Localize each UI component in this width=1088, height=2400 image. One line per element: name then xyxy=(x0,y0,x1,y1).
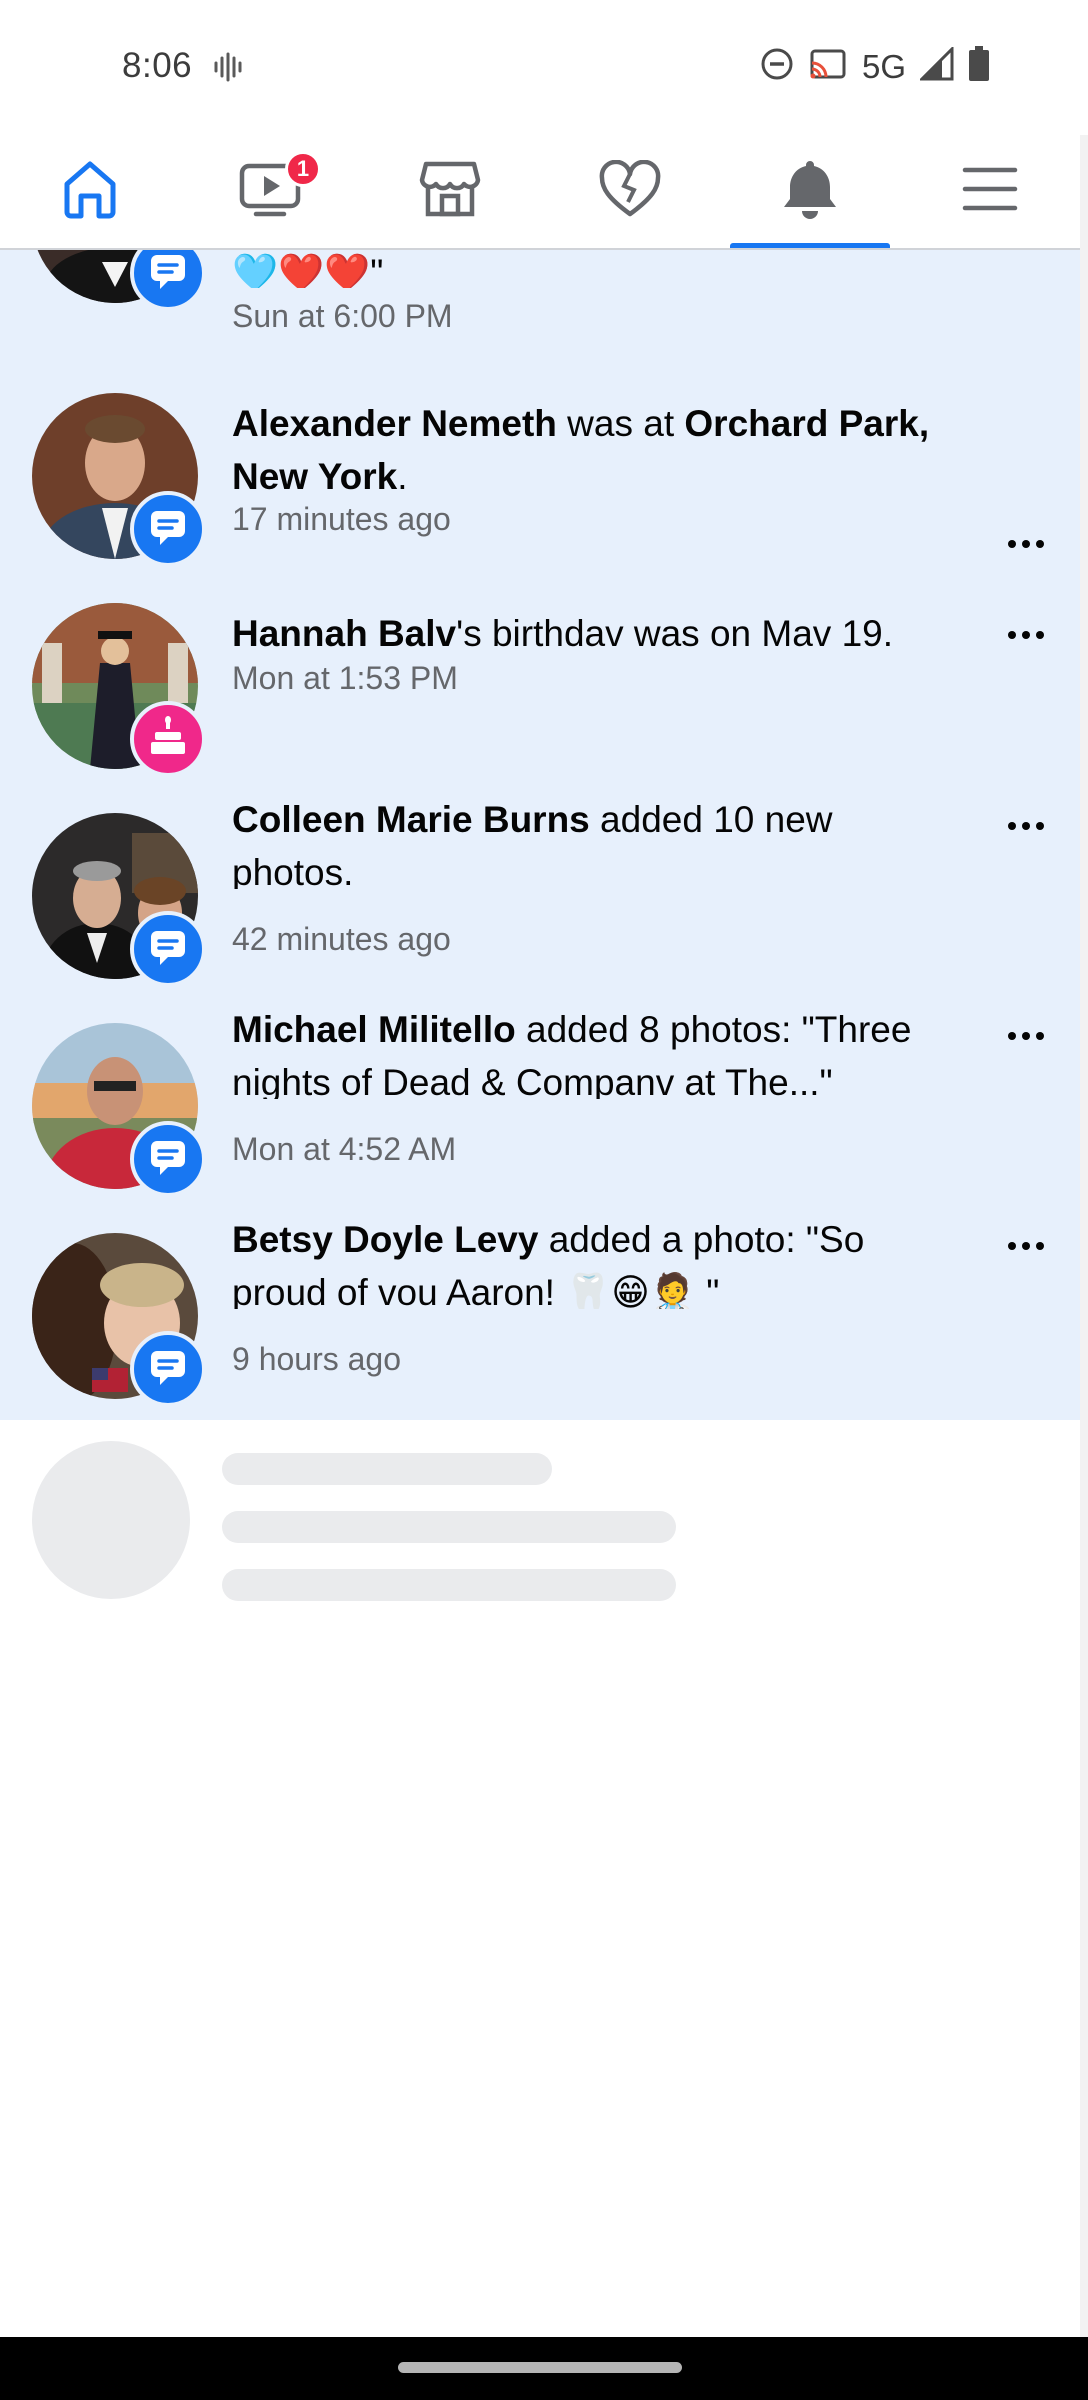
notification-time: 17 minutes ago xyxy=(232,501,451,537)
network-type: 5G xyxy=(861,47,906,85)
more-options-button[interactable] xyxy=(1002,1016,1050,1056)
more-options-button[interactable] xyxy=(1002,615,1050,655)
video-notification-badge: 1 xyxy=(285,151,321,187)
comment-icon xyxy=(148,1347,188,1392)
comment-icon xyxy=(148,251,188,296)
comment-badge xyxy=(130,491,206,567)
birthday-cake-icon xyxy=(147,715,189,763)
status-bar: 8:06 5G xyxy=(0,0,1088,135)
comment-badge xyxy=(130,1331,206,1407)
top-nav-bar: 1 xyxy=(0,135,1088,250)
marketplace-icon xyxy=(418,158,482,225)
nav-tab-home[interactable] xyxy=(10,135,170,248)
notification-time: Mon at 4:52 AM xyxy=(232,1131,457,1167)
notification-text: Hannah Balv's birthdav was on Mav 19. xyxy=(232,607,952,660)
birthday-badge xyxy=(130,701,206,777)
actor-name: Hannah Balv xyxy=(232,613,457,654)
status-icons: 5G xyxy=(760,45,990,87)
heart-icon xyxy=(598,159,662,223)
nav-tab-notifications[interactable] xyxy=(730,135,890,248)
more-options-button[interactable] xyxy=(1002,806,1050,846)
notification-text: Betsy Doyle Levy added a photo: "So prou… xyxy=(232,1213,952,1309)
skeleton-line xyxy=(222,1453,552,1485)
notification-body: 's birthdav was on Mav 19. xyxy=(456,613,894,654)
cast-icon xyxy=(808,47,848,86)
status-time: 8:06 xyxy=(122,46,193,85)
nav-tab-menu[interactable] xyxy=(910,135,1070,248)
actor-name: Michael Militello xyxy=(232,1009,516,1050)
more-options-button[interactable] xyxy=(1002,1226,1050,1266)
actor-name: Betsy Doyle Levy xyxy=(232,1219,539,1260)
home-gesture-handle[interactable] xyxy=(398,2362,682,2373)
bell-icon xyxy=(780,157,840,226)
comment-badge xyxy=(130,1121,206,1197)
scroll-edge xyxy=(1080,135,1088,2337)
skeleton-line xyxy=(222,1511,676,1543)
notifications-list: 🩵❤️❤️" Sun at 6:00 PM Alexander Nemeth w… xyxy=(0,250,1080,1420)
nav-tab-dating[interactable] xyxy=(550,135,710,248)
avatar-wrap xyxy=(32,393,206,567)
notification-time: Sun at 6:00 PM xyxy=(232,298,453,334)
actor-name: Alexander Nemeth xyxy=(232,403,557,444)
comment-icon xyxy=(148,1137,188,1182)
skeleton-avatar xyxy=(32,1441,190,1599)
avatar-wrap xyxy=(32,1023,206,1197)
skeleton-line xyxy=(222,1569,676,1601)
home-icon xyxy=(59,158,121,225)
nav-tab-video[interactable]: 1 xyxy=(190,135,350,248)
signal-icon xyxy=(918,45,954,86)
comment-icon xyxy=(148,927,188,972)
comment-badge xyxy=(130,250,206,311)
avatar-wrap xyxy=(32,813,206,987)
comment-badge xyxy=(130,911,206,987)
notification-end: . xyxy=(397,456,408,497)
notification-time: 42 minutes ago xyxy=(232,921,451,957)
actor-name: Colleen Marie Burns xyxy=(232,799,590,840)
menu-icon xyxy=(961,164,1019,219)
notification-connector: was at xyxy=(556,403,685,444)
avatar-wrap xyxy=(32,1233,206,1407)
avatar-wrap xyxy=(32,250,206,311)
notification-text: 🩵❤️❤️" xyxy=(232,250,952,288)
avatar-wrap xyxy=(32,603,206,777)
comment-icon xyxy=(148,507,188,552)
notification-time: Mon at 1:53 PM xyxy=(232,660,458,696)
notification-text: Alexander Nemeth was at Orchard Park, Ne… xyxy=(232,397,952,503)
notification-text-tail: 🩵❤️❤️" xyxy=(232,252,384,288)
vibrate-icon xyxy=(212,52,244,87)
notification-time: 9 hours ago xyxy=(232,1341,402,1377)
battery-icon xyxy=(968,46,990,87)
nav-tab-marketplace[interactable] xyxy=(370,135,530,248)
notification-text: Michael Militello added 8 photos: "Three… xyxy=(232,1003,952,1099)
more-options-button[interactable] xyxy=(1002,524,1050,564)
notification-text: Colleen Marie Burns added 10 new photos. xyxy=(232,793,952,889)
dnd-icon xyxy=(760,47,794,86)
